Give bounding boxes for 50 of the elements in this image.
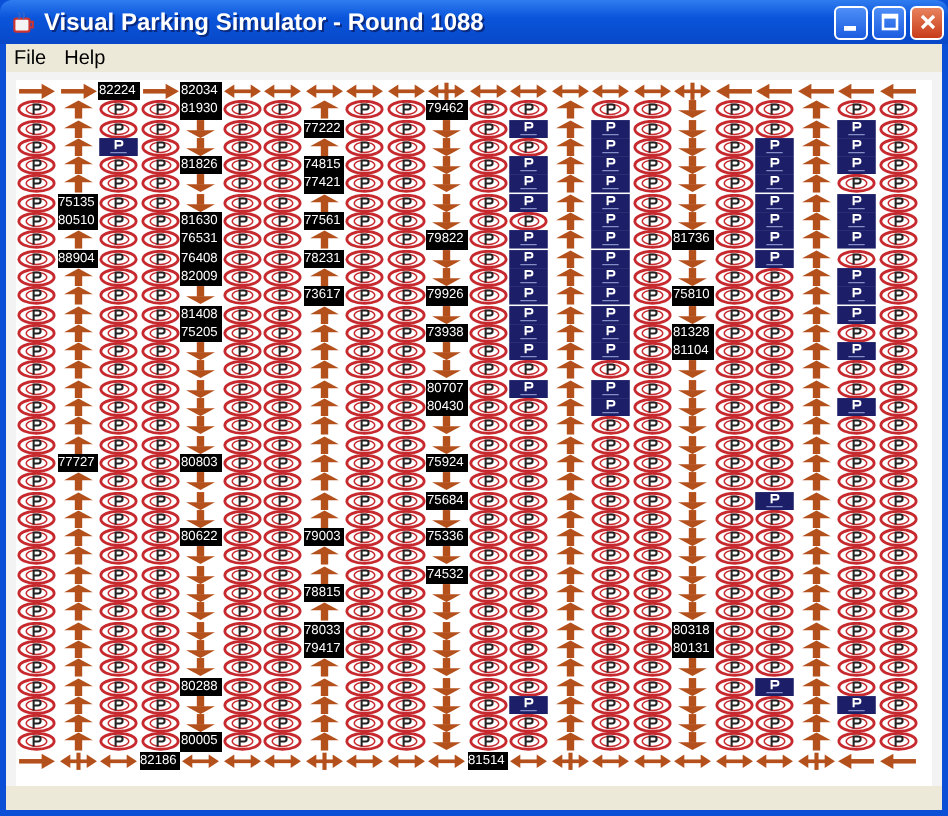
maximize-button[interactable]: [872, 5, 906, 39]
left-arrow-icon: [836, 751, 877, 770]
double-arrow-icon: [262, 82, 303, 101]
double-arrow-icon: [508, 82, 549, 101]
minimize-icon: [843, 26, 855, 32]
cross-arrow-icon: [57, 751, 98, 770]
cross-arrow-icon: [672, 82, 713, 101]
double-arrow-icon: [344, 82, 385, 101]
window-title: Visual Parking Simulator - Round 1088: [44, 8, 486, 36]
double-arrow-icon: [98, 751, 139, 770]
menu-item[interactable]: Help: [64, 47, 106, 69]
left-arrow-icon: [877, 751, 918, 770]
double-arrow-icon: [713, 751, 754, 770]
coffee-cup-icon: [10, 9, 36, 35]
double-arrow-icon: [344, 751, 385, 770]
left-arrow-icon: [795, 82, 836, 101]
cross-arrow-icon: [549, 751, 590, 770]
minimize-button[interactable]: [834, 5, 868, 39]
double-arrow-icon: [590, 751, 631, 770]
right-arrow-icon: [139, 82, 180, 101]
double-arrow-icon: [385, 751, 426, 770]
right-arrow-icon: [16, 82, 57, 101]
cross-arrow-icon: [795, 751, 836, 770]
left-arrow-icon: [877, 82, 918, 101]
double-arrow-icon: [631, 82, 672, 101]
double-arrow-icon: [508, 751, 549, 770]
close-icon: [917, 12, 937, 32]
double-arrow-icon: [303, 82, 344, 101]
double-arrow-icon: [549, 82, 590, 101]
double-arrow-icon: [385, 82, 426, 101]
menu-item[interactable]: File: [14, 47, 47, 69]
double-arrow-icon: [672, 751, 713, 770]
right-arrow-icon: [57, 82, 98, 101]
left-arrow-icon: [754, 82, 795, 101]
right-arrow-icon: [16, 751, 57, 770]
left-arrow-icon: [836, 82, 877, 101]
cross-arrow-icon: [426, 82, 467, 101]
double-arrow-icon: [754, 751, 795, 770]
double-arrow-icon: [590, 82, 631, 101]
double-arrow-icon: [631, 751, 672, 770]
double-arrow-icon: [262, 751, 303, 770]
double-arrow-icon: [221, 82, 262, 101]
double-arrow-icon: [467, 82, 508, 101]
left-arrow-icon: [713, 82, 754, 101]
close-button[interactable]: [910, 5, 944, 39]
cross-arrow-icon: [303, 751, 344, 770]
double-arrow-icon: [221, 751, 262, 770]
double-arrow-icon: [180, 751, 221, 770]
double-arrow-icon: [426, 751, 467, 770]
maximize-icon: [879, 12, 899, 32]
